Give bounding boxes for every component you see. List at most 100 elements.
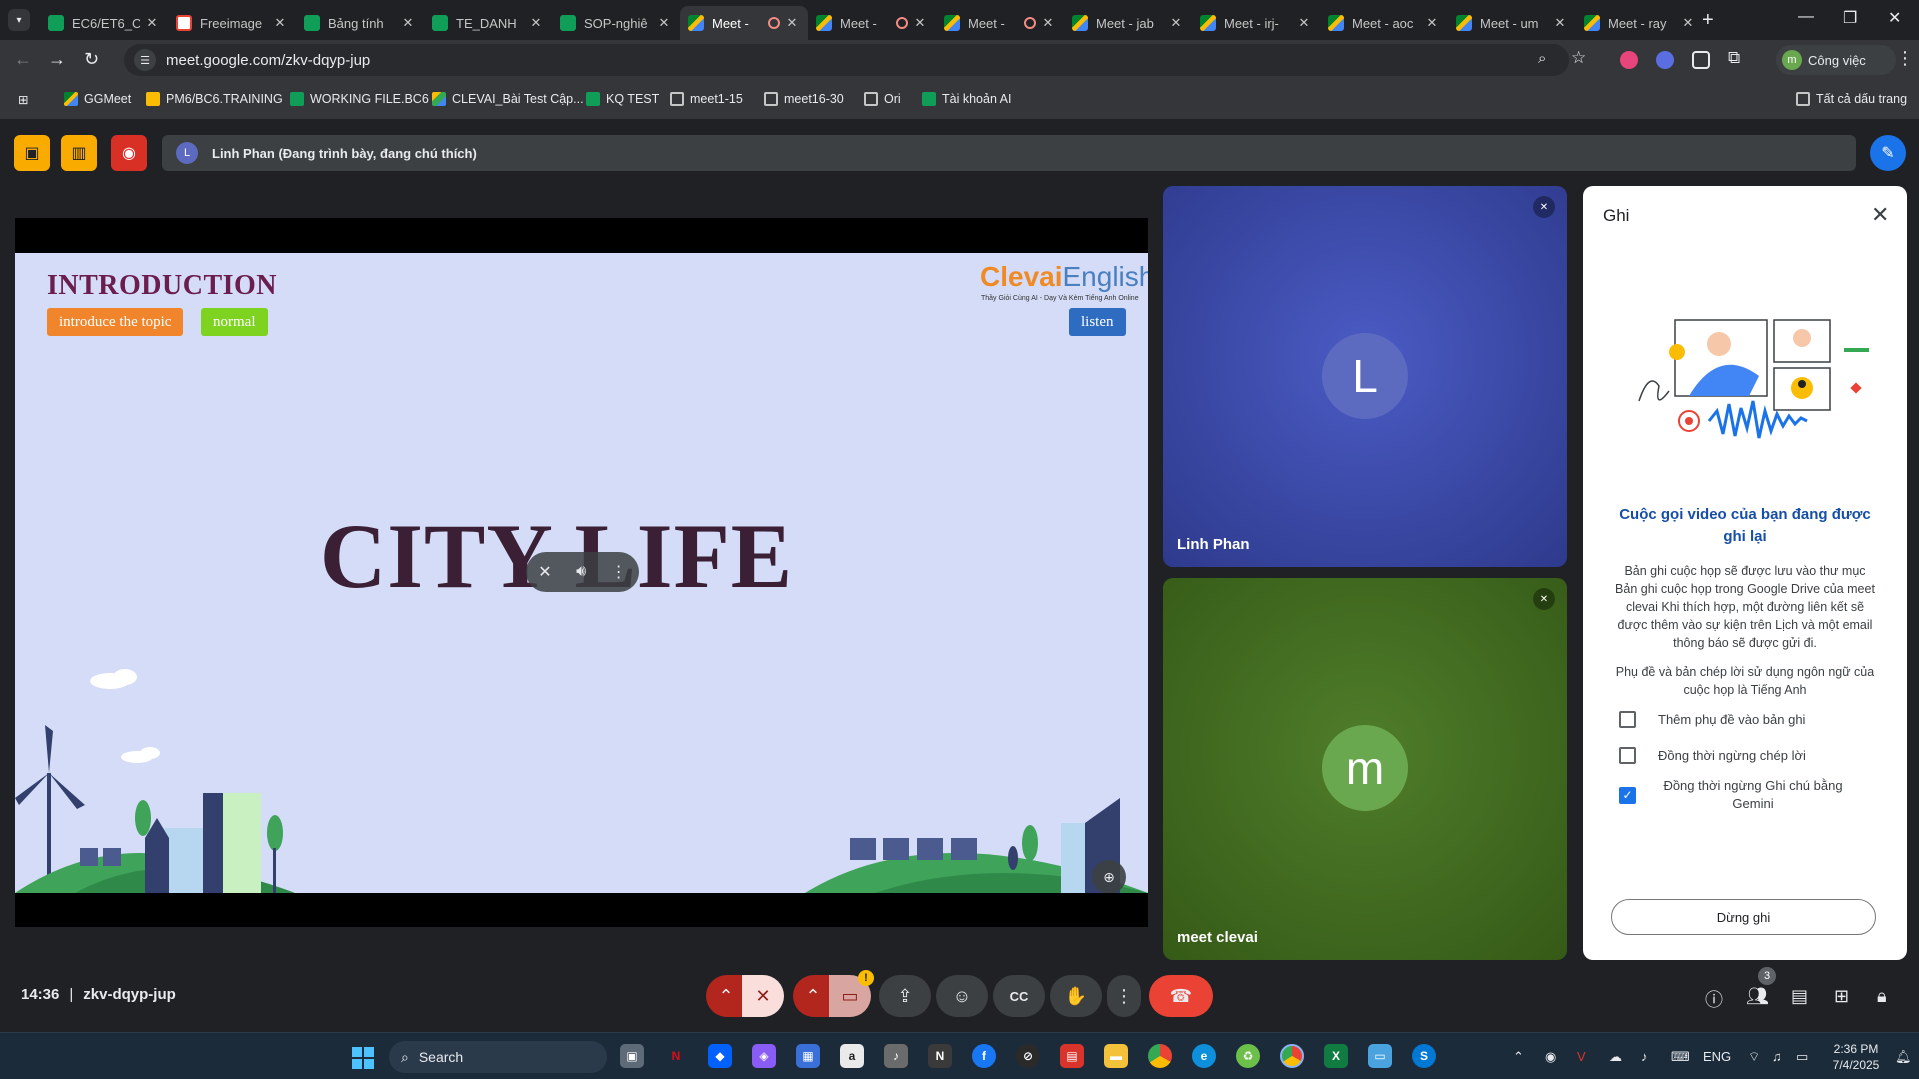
annotation-toolbar-icon[interactable]: ▥	[61, 135, 97, 171]
close-tab-icon[interactable]: ✕	[528, 15, 544, 31]
bookmark-star-icon[interactable]: ☆	[1571, 48, 1586, 68]
close-tab-icon[interactable]: ✕	[1424, 15, 1440, 31]
checkbox-checked[interactable]: ✓	[1619, 786, 1636, 804]
mic-off-button[interactable]: ✕	[742, 975, 784, 1017]
emoji-reactions-button[interactable]: ☺	[936, 975, 988, 1017]
tray-app-icon[interactable]: ◉	[1545, 1049, 1556, 1065]
tab-12[interactable]: Meet - um ✕	[1448, 6, 1576, 40]
close-window-icon[interactable]: ✕	[1888, 8, 1901, 28]
tab-4[interactable]: TE_DANH ✕	[424, 6, 552, 40]
zoom-in-icon[interactable]: ⊕	[1092, 860, 1126, 893]
bookmark-meet1-15[interactable]: meet1-15	[670, 92, 743, 106]
tab-6-active[interactable]: Meet - ✕	[680, 6, 808, 40]
close-tab-icon[interactable]: ✕	[1552, 15, 1568, 31]
bookmark-kq-test[interactable]: KQ TEST	[586, 92, 659, 106]
extension-icon-1[interactable]	[1620, 51, 1638, 69]
amazon-icon[interactable]: a	[840, 1044, 864, 1068]
close-tab-icon[interactable]: ✕	[912, 15, 928, 31]
close-tab-icon[interactable]: ✕	[1040, 15, 1056, 31]
meeting-details-icon[interactable]: ⓘ	[1705, 986, 1723, 1012]
participant-tile-2[interactable]: m meet clevai ✕	[1163, 578, 1567, 960]
extension-icon-3[interactable]	[1692, 51, 1710, 69]
end-call-button[interactable]: ☎	[1149, 975, 1213, 1017]
bookmark-pm6[interactable]: PM6/BC6.TRAINING	[146, 92, 283, 106]
captions-button[interactable]: CC	[993, 975, 1045, 1017]
stop-recording-button[interactable]: Dừng ghi	[1611, 899, 1876, 935]
option-stop-gemini-notes[interactable]: ✓ Đồng thời ngừng Ghi chú bằng Gemini	[1619, 777, 1879, 813]
wifi-icon[interactable]: ⌔	[1748, 1049, 1760, 1065]
back-icon[interactable]: ←	[14, 49, 32, 70]
tab-13[interactable]: Meet - ray ✕	[1576, 6, 1704, 40]
chrome-icon[interactable]	[1148, 1044, 1172, 1068]
bookmark-ori[interactable]: Ori	[864, 92, 901, 106]
bookmark-meet16-30[interactable]: meet16-30	[764, 92, 844, 106]
recording-indicator-icon[interactable]: ◉	[111, 135, 147, 171]
checkbox[interactable]	[1619, 747, 1636, 764]
windows-start-icon[interactable]	[352, 1047, 374, 1069]
close-tab-icon[interactable]: ✕	[400, 15, 416, 31]
option-add-captions[interactable]: Thêm phụ đề vào bản ghi	[1619, 711, 1879, 728]
tab-10[interactable]: Meet - irj- ✕	[1192, 6, 1320, 40]
option-stop-transcript[interactable]: Đồng thời ngừng chép lời	[1619, 747, 1879, 764]
site-info-icon[interactable]: ☰	[134, 49, 156, 71]
close-tab-icon[interactable]: ✕	[656, 15, 672, 31]
taskbar-search[interactable]: ⌕ Search	[389, 1041, 607, 1073]
tab-7[interactable]: Meet - ✕	[808, 6, 936, 40]
excel-icon[interactable]: X	[1324, 1044, 1348, 1068]
chat-icon[interactable]: ▤	[1791, 986, 1808, 1007]
bookmark-tai-khoan-ai[interactable]: Tài khoản AI	[922, 92, 1012, 106]
news-app-icon[interactable]: ▤	[1060, 1044, 1084, 1068]
zoom-icon[interactable]: ⌕	[1538, 50, 1546, 67]
more-options-button[interactable]: ⋮	[1107, 975, 1141, 1017]
tab-3[interactable]: Bảng tính ✕	[296, 6, 424, 40]
app-icon[interactable]: ⊘	[1016, 1044, 1040, 1068]
more-options-icon[interactable]: ⋮	[611, 562, 627, 582]
close-tab-icon[interactable]: ✕	[1168, 15, 1184, 31]
audio-options-chevron-icon[interactable]: ⌃	[706, 975, 746, 1017]
stop-presenting-icon[interactable]: ▣	[14, 135, 50, 171]
edge-icon[interactable]: e	[1192, 1044, 1216, 1068]
checkbox[interactable]	[1619, 711, 1636, 728]
volume-icon[interactable]: ♫	[1772, 1049, 1782, 1064]
file-explorer-icon[interactable]: ▬	[1104, 1044, 1128, 1068]
notification-bell-icon[interactable]: 🔔︎	[1895, 1049, 1912, 1065]
tab-9[interactable]: Meet - jab ✕	[1064, 6, 1192, 40]
remote-desktop-icon[interactable]: ▭	[1368, 1044, 1392, 1068]
volume-icon[interactable]: 🔊︎	[576, 563, 586, 581]
all-bookmarks[interactable]: Tất cả dấu trang	[1796, 92, 1907, 106]
chrome-active-icon[interactable]	[1280, 1044, 1304, 1068]
raise-hand-button[interactable]: ✋	[1050, 975, 1102, 1017]
present-screen-button[interactable]: ⇪	[879, 975, 931, 1017]
video-options-chevron-icon[interactable]: ⌃	[793, 975, 833, 1017]
dropbox-icon[interactable]: ◆	[708, 1044, 732, 1068]
forward-icon[interactable]: →	[48, 49, 66, 70]
tray-cloud-icon[interactable]: ☁	[1609, 1049, 1622, 1065]
close-panel-icon[interactable]: ✕	[1871, 202, 1889, 228]
tab-5[interactable]: SOP-nghiê ✕	[552, 6, 680, 40]
bookmark-clevai-test[interactable]: CLEVAI_Bài Test Cập...	[432, 92, 584, 106]
apps-grid-icon[interactable]: ⊞	[18, 92, 28, 107]
pin-off-icon[interactable]: ✕	[538, 562, 551, 582]
activities-grid-icon[interactable]: ⊞	[1834, 986, 1849, 1007]
tray-keyboard-icon[interactable]: ⌨	[1671, 1049, 1690, 1065]
people-icon[interactable]: 👥︎	[1746, 986, 1769, 1007]
netflix-icon[interactable]: N	[664, 1044, 688, 1068]
bookmark-working-file[interactable]: WORKING FILE.BC6	[290, 92, 429, 106]
task-view-icon[interactable]: ▣	[620, 1044, 644, 1068]
bookmark-ggmeet[interactable]: GGMeet	[64, 92, 131, 106]
close-tab-icon[interactable]: ✕	[144, 15, 160, 31]
browser-menu-icon[interactable]: ⋮	[1896, 48, 1914, 69]
app-icon-green[interactable]: ♻	[1236, 1044, 1260, 1068]
new-tab-icon[interactable]: +	[1702, 9, 1714, 32]
notion-icon[interactable]: N	[928, 1044, 952, 1068]
profile-chip[interactable]: m Công việc	[1776, 45, 1896, 75]
close-tab-icon[interactable]: ✕	[1680, 15, 1696, 31]
close-tab-icon[interactable]: ✕	[1296, 15, 1312, 31]
extensions-puzzle-icon[interactable]: ⧉	[1728, 48, 1740, 68]
reload-icon[interactable]: ↻	[84, 49, 99, 70]
tab-2[interactable]: Freeimage ✕	[168, 6, 296, 40]
tab-8[interactable]: Meet - ✕	[936, 6, 1064, 40]
language-indicator[interactable]: ENG	[1703, 1049, 1731, 1064]
skype-icon[interactable]: S	[1412, 1044, 1436, 1068]
tray-mic-icon[interactable]: ♪	[1641, 1049, 1648, 1064]
